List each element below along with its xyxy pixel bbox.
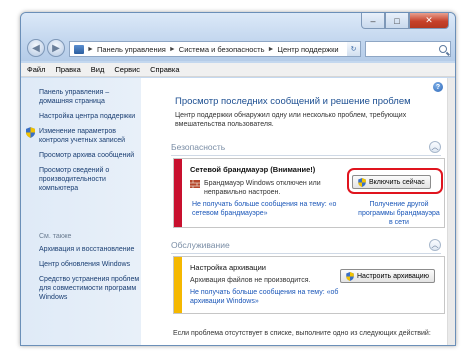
sidebar-link-performance[interactable]: Просмотр сведений о производительности к…	[39, 166, 141, 193]
control-panel-icon	[74, 44, 84, 54]
menu-file[interactable]: Файл	[27, 65, 45, 74]
close-button[interactable]: ✕	[409, 13, 449, 29]
firewall-alert-title: Сетевой брандмауэр (Внимание!)	[190, 165, 316, 174]
refresh-button[interactable]: ↻	[347, 41, 361, 57]
address-bar[interactable]: ► Панель управления ► Система и безопасн…	[69, 41, 349, 57]
breadcrumb-system-security[interactable]: Система и безопасность	[179, 45, 265, 54]
menu-help[interactable]: Справка	[150, 65, 179, 74]
page-description: Центр поддержки обнаружил одну или неско…	[175, 112, 407, 128]
setup-backup-button[interactable]: Настроить архивацию	[340, 269, 435, 283]
sidebar-link-uac[interactable]: Изменение параметров контроля учетных за…	[39, 127, 141, 145]
highlight-frame	[347, 168, 443, 194]
breadcrumb-separator: ►	[267, 45, 275, 53]
vertical-scrollbar[interactable]	[447, 78, 455, 345]
maintenance-section-header[interactable]: Обслуживание ︿	[171, 239, 441, 254]
firewall-alert-text: Брандмауэр Windows отключен или неправил…	[204, 180, 321, 196]
minimize-button[interactable]: –	[361, 13, 385, 29]
back-button[interactable]: ◀	[27, 39, 45, 57]
maximize-button[interactable]: □	[385, 13, 409, 29]
search-input[interactable]	[365, 41, 451, 57]
back-arrow-icon: ◀	[32, 42, 40, 54]
title-bar: – □ ✕ ◀ ▶ ► Панель управления ► Система …	[21, 13, 455, 61]
sidebar-link-compat-troubleshooter[interactable]: Средство устранения проблем для совмести…	[39, 275, 141, 302]
breadcrumb-separator: ►	[87, 45, 94, 53]
breadcrumb-action-center[interactable]: Центр поддержки	[277, 45, 338, 54]
breadcrumb-control-panel[interactable]: Панель управления	[97, 45, 166, 54]
menu-bar: Файл Правка Вид Сервис Справка	[21, 63, 455, 77]
menu-tools[interactable]: Сервис	[114, 65, 140, 74]
page-title: Просмотр последних сообщений и решение п…	[175, 96, 411, 107]
sidebar-link-home[interactable]: Панель управления – домашняя страница	[39, 88, 141, 106]
chevron-up-icon[interactable]: ︿	[429, 239, 441, 251]
sidebar-link-windows-update[interactable]: Центр обновления Windows	[39, 260, 141, 269]
backup-alert: Настройка архивации Архивация файлов не …	[173, 256, 445, 314]
get-firewall-link[interactable]: Получение другой программы брандмауэра в…	[358, 200, 440, 227]
firewall-dismiss-link[interactable]: Не получать больше сообщения на тему: «о…	[192, 200, 342, 218]
sidebar-link-archive[interactable]: Просмотр архива сообщений	[39, 151, 141, 160]
forward-arrow-icon: ▶	[52, 42, 60, 54]
breadcrumb-separator: ►	[168, 45, 176, 53]
control-panel-window: – □ ✕ ◀ ▶ ► Панель управления ► Система …	[20, 12, 456, 346]
maintenance-section-title: Обслуживание	[171, 240, 230, 250]
main-content: ? Просмотр последних сообщений и решение…	[141, 78, 455, 345]
sidebar-link-backup-restore[interactable]: Архивация и восстановление	[39, 245, 141, 254]
forward-button[interactable]: ▶	[47, 39, 65, 57]
menu-view[interactable]: Вид	[91, 65, 105, 74]
search-icon	[439, 45, 447, 53]
sidebar: Панель управления – домашняя страница На…	[21, 78, 141, 345]
caption-buttons: – □ ✕	[361, 13, 449, 29]
chevron-up-icon[interactable]: ︿	[429, 141, 441, 153]
refresh-icon: ↻	[350, 46, 357, 53]
help-icon[interactable]: ?	[433, 82, 443, 92]
security-section-header[interactable]: Безопасность ︿	[171, 141, 441, 156]
firewall-icon	[190, 180, 200, 188]
menu-edit[interactable]: Правка	[55, 65, 80, 74]
uac-shield-icon	[346, 271, 354, 281]
alert-severity-bar	[174, 159, 182, 227]
backup-alert-title: Настройка архивации	[190, 263, 266, 272]
backup-alert-text: Архивация файлов не производится.	[190, 277, 311, 284]
backup-dismiss-link[interactable]: Не получать больше сообщения на тему: «о…	[190, 288, 340, 306]
footer-hint: Если проблема отсутствует в списке, выпо…	[173, 330, 431, 337]
alert-severity-bar	[174, 257, 182, 313]
setup-backup-label: Настроить архивацию	[357, 272, 429, 280]
security-section-title: Безопасность	[171, 142, 226, 152]
uac-shield-icon	[26, 127, 35, 138]
sidebar-link-settings[interactable]: Настройка центра поддержки	[39, 112, 141, 121]
see-also-header: См. также	[39, 233, 72, 240]
